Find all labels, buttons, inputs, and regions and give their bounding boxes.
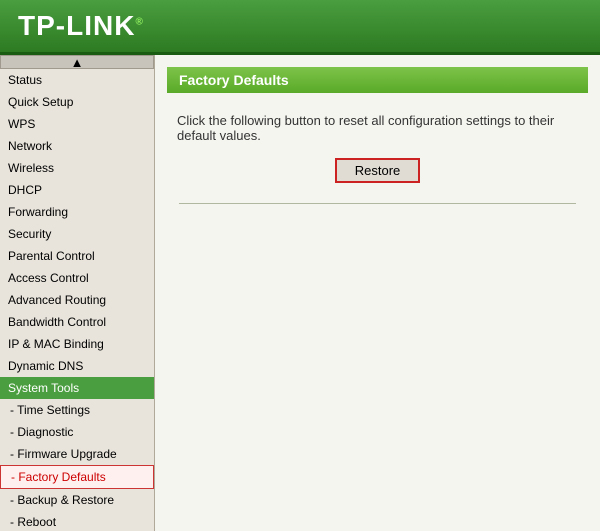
sidebar-item[interactable]: - Time Settings [0, 399, 154, 421]
sidebar-item[interactable]: Forwarding [0, 201, 154, 223]
sidebar-item[interactable]: - Reboot [0, 511, 154, 531]
sidebar-item[interactable]: Access Control [0, 267, 154, 289]
sidebar-item[interactable]: - Factory Defaults [0, 465, 154, 489]
header: TP-LINK® [0, 0, 600, 55]
sidebar-item[interactable]: System Tools [0, 377, 154, 399]
sidebar-item[interactable]: Network [0, 135, 154, 157]
description-text: Click the following button to reset all … [167, 113, 588, 143]
sidebar-item[interactable]: Quick Setup [0, 91, 154, 113]
restore-button-container: Restore [167, 158, 588, 183]
sidebar-item[interactable]: Security [0, 223, 154, 245]
sidebar-item[interactable]: Parental Control [0, 245, 154, 267]
sidebar-items: StatusQuick SetupWPSNetworkWirelessDHCPF… [0, 69, 154, 531]
content-divider [179, 203, 576, 204]
sidebar-item[interactable]: - Firmware Upgrade [0, 443, 154, 465]
logo-text: TP-LINK [18, 10, 135, 41]
sidebar-item[interactable]: WPS [0, 113, 154, 135]
sidebar-item[interactable]: Dynamic DNS [0, 355, 154, 377]
sidebar-item[interactable]: Wireless [0, 157, 154, 179]
restore-button[interactable]: Restore [335, 158, 421, 183]
logo-suffix: ® [135, 17, 143, 28]
sidebar-scroll-up[interactable]: ▲ [0, 55, 154, 69]
sidebar-item[interactable]: Bandwidth Control [0, 311, 154, 333]
content-body: Click the following button to reset all … [155, 93, 600, 224]
content-area: Factory Defaults Click the following but… [155, 55, 600, 531]
sidebar: ▲ StatusQuick SetupWPSNetworkWirelessDHC… [0, 55, 155, 531]
page-title-bar: Factory Defaults [167, 67, 588, 93]
sidebar-item[interactable]: DHCP [0, 179, 154, 201]
main-layout: ▲ StatusQuick SetupWPSNetworkWirelessDHC… [0, 55, 600, 531]
page-title: Factory Defaults [179, 72, 289, 88]
sidebar-item[interactable]: - Diagnostic [0, 421, 154, 443]
sidebar-item[interactable]: - Backup & Restore [0, 489, 154, 511]
logo: TP-LINK® [18, 10, 144, 42]
sidebar-item[interactable]: Advanced Routing [0, 289, 154, 311]
sidebar-item[interactable]: Status [0, 69, 154, 91]
sidebar-item[interactable]: IP & MAC Binding [0, 333, 154, 355]
